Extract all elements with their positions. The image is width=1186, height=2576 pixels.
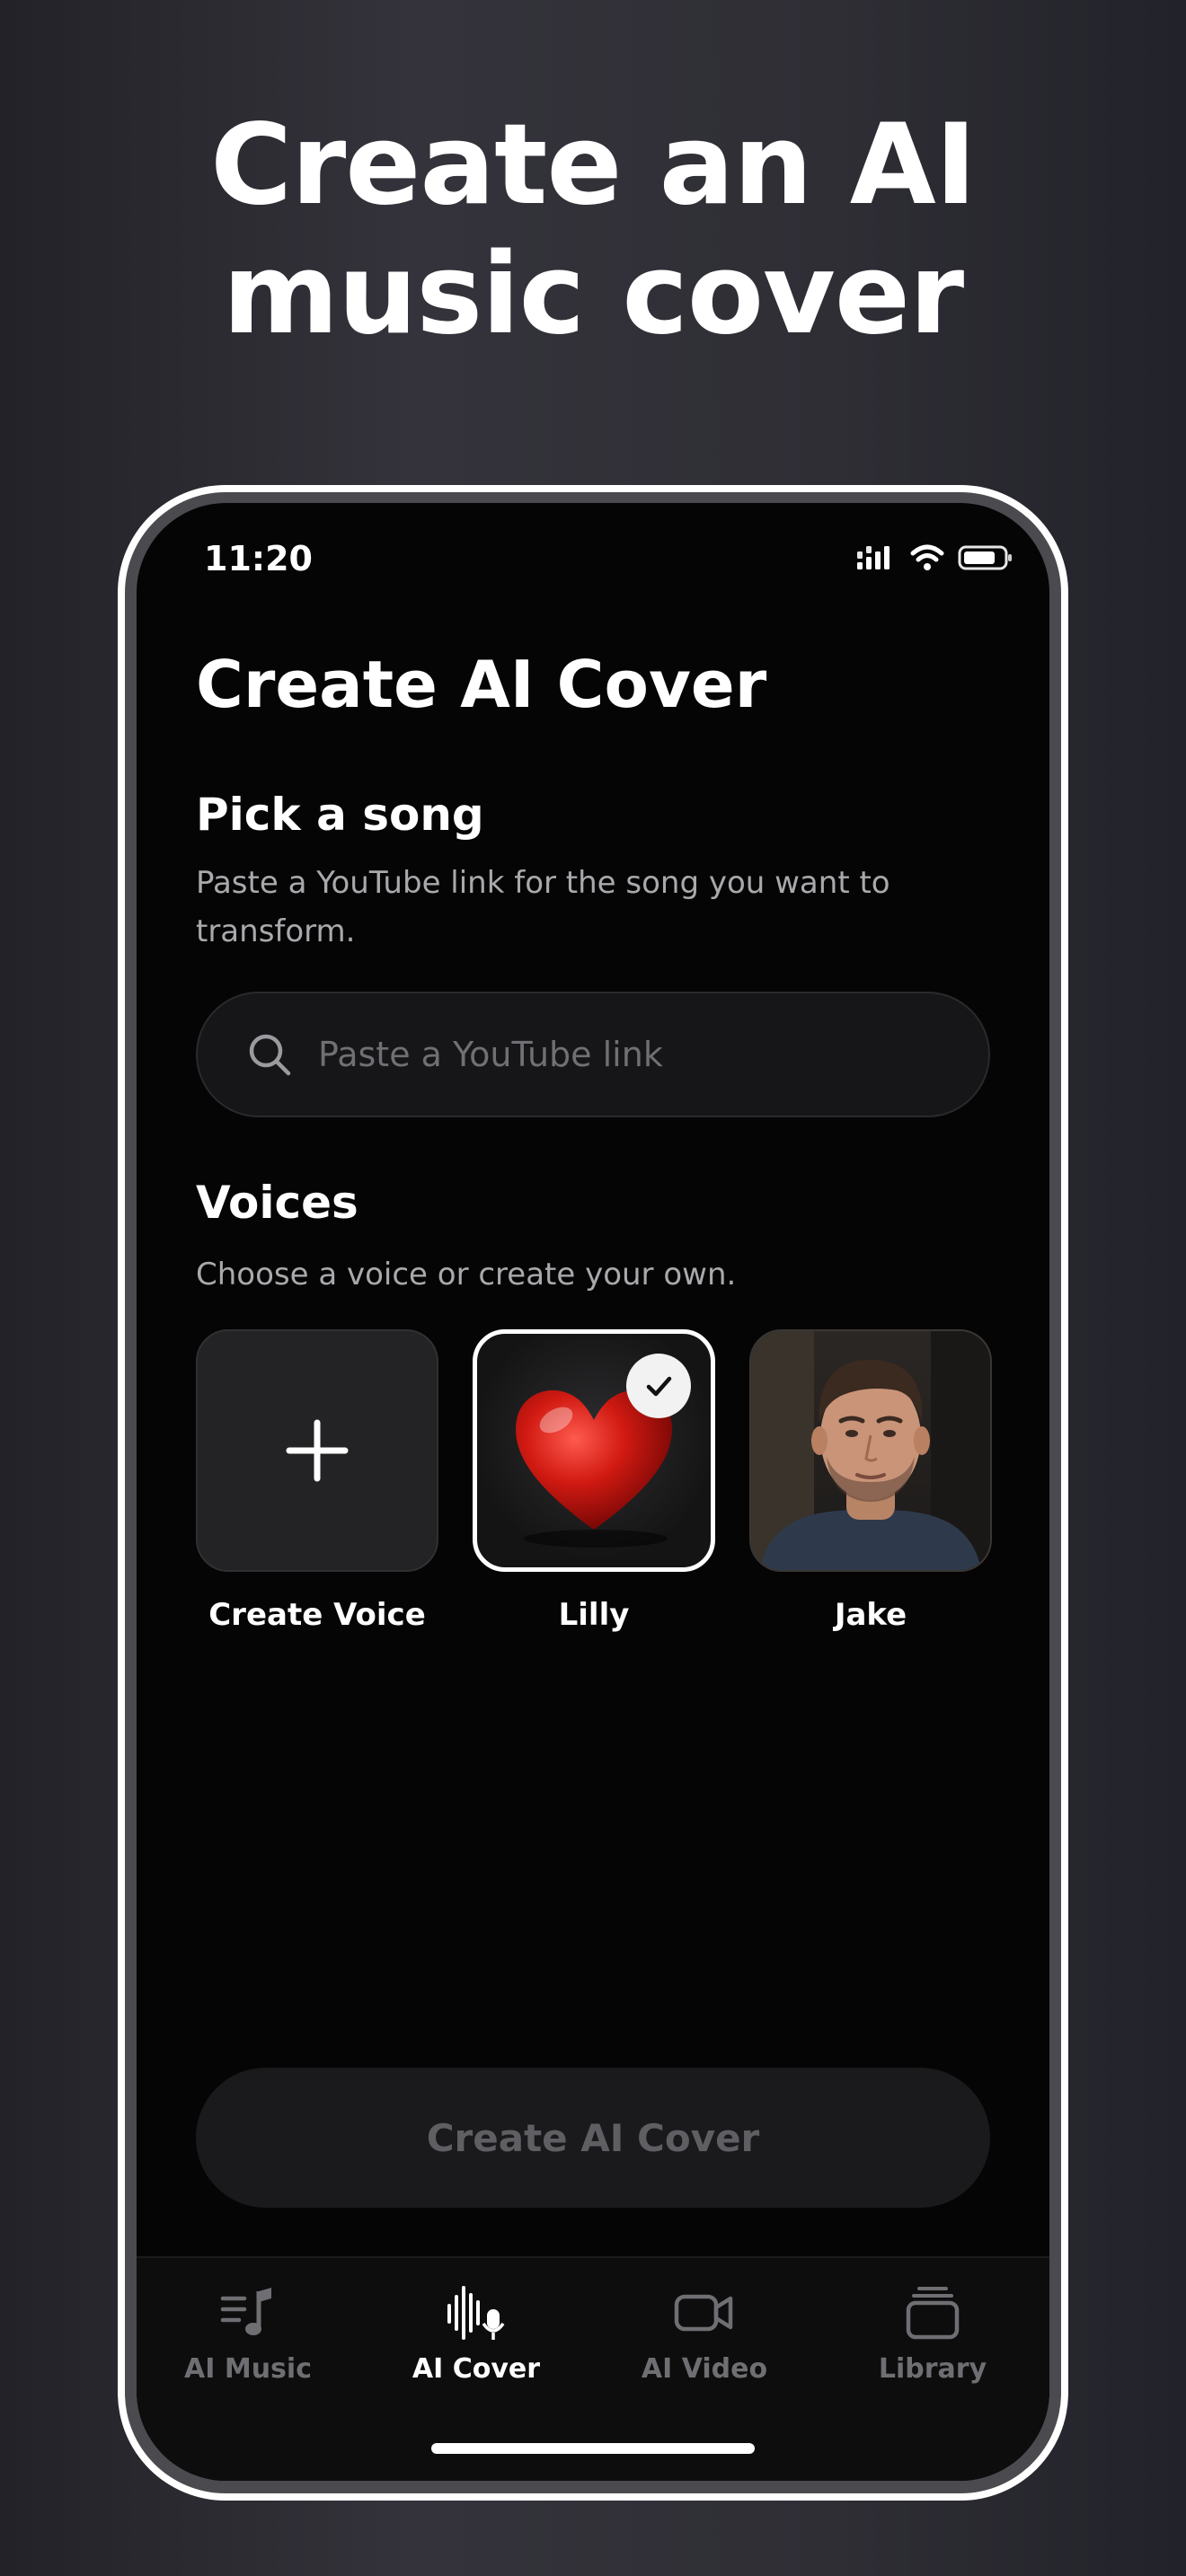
battery-icon — [958, 545, 1012, 570]
voices-title: Voices — [196, 1177, 358, 1229]
pick-song-title: Pick a song — [196, 789, 484, 841]
phone-screen: 11:20 Create AI Cover Pick a song Paste … — [137, 503, 1049, 2481]
voice-card-create[interactable]: Create Voice — [196, 1329, 438, 1633]
page-title: Create AI Cover — [196, 647, 767, 722]
library-stack-icon — [834, 2280, 1031, 2346]
lilly-voice-tile[interactable] — [473, 1329, 715, 1572]
voice-card-lilly[interactable]: Lilly — [473, 1329, 715, 1633]
youtube-link-input[interactable] — [316, 1034, 949, 1075]
status-time: 11:20 — [204, 539, 313, 578]
cellular-signal-icon — [857, 546, 890, 569]
voices-description: Choose a voice or create your own. — [196, 1257, 737, 1292]
tab-ai-video[interactable]: AI Video — [606, 2280, 803, 2385]
voice-label-create: Create Voice — [208, 1597, 426, 1633]
jake-voice-tile[interactable] — [749, 1329, 992, 1572]
tab-label-ai-music: AI Music — [184, 2353, 312, 2385]
tab-ai-cover[interactable]: AI Cover — [377, 2280, 575, 2385]
waveform-mic-icon — [377, 2280, 575, 2346]
tab-label-ai-cover: AI Cover — [412, 2353, 541, 2385]
status-icons — [855, 544, 1013, 571]
home-indicator — [431, 2443, 755, 2454]
create-ai-cover-button[interactable]: Create AI Cover — [196, 2068, 990, 2208]
pick-song-description: Paste a YouTube link for the song you wa… — [196, 865, 890, 949]
voice-label-jake: Jake — [834, 1597, 907, 1633]
plus-icon — [198, 1331, 437, 1570]
youtube-link-field[interactable] — [196, 992, 990, 1117]
tab-label-library: Library — [878, 2353, 987, 2385]
voice-label-lilly: Lilly — [558, 1597, 630, 1633]
music-note-icon — [149, 2280, 347, 2346]
selected-check-icon — [626, 1354, 691, 1418]
promo-headline: Create an AI music cover — [0, 101, 1186, 359]
voice-card-jake[interactable]: Jake — [749, 1329, 992, 1633]
man-portrait-image — [751, 1331, 990, 1570]
wifi-icon — [910, 544, 944, 570]
tab-label-ai-video: AI Video — [641, 2353, 768, 2385]
video-camera-icon — [606, 2280, 803, 2346]
tab-ai-music[interactable]: AI Music — [149, 2280, 347, 2385]
search-icon — [249, 1034, 291, 1076]
tab-library[interactable]: Library — [834, 2280, 1031, 2385]
create-voice-tile[interactable] — [196, 1329, 438, 1572]
promo-headline-text: Create an AI music cover — [210, 101, 977, 359]
